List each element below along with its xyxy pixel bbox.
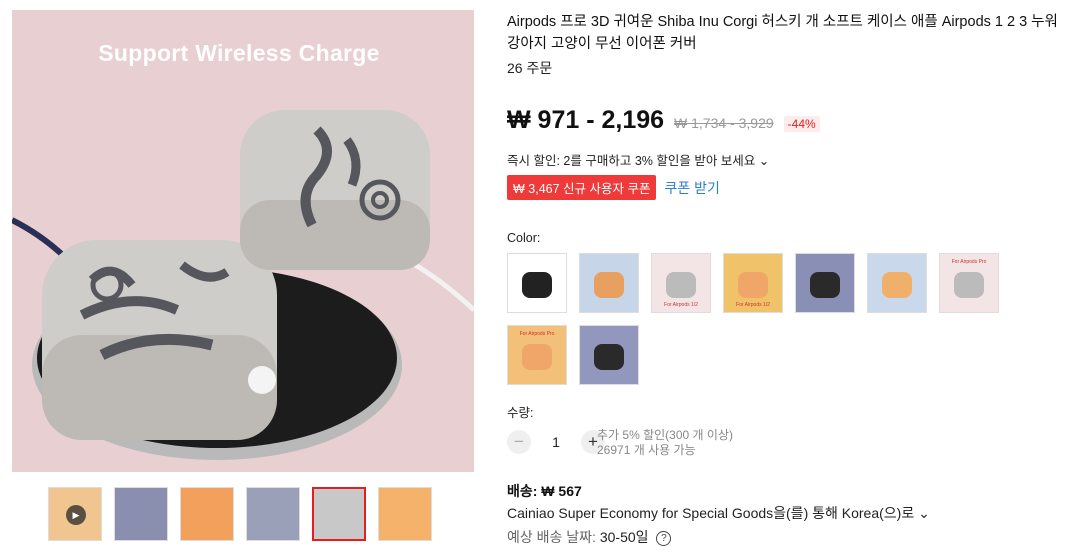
- quantity-label: 수량:: [507, 406, 534, 420]
- swatch-image: [810, 272, 840, 298]
- instant-discount[interactable]: 즉시 할인: 2를 구매하고 3% 할인을 받아 보세요 ⌄: [507, 150, 769, 169]
- color-option-4[interactable]: For Airpods 1/2: [723, 253, 783, 313]
- shipping-cost: 배송: ₩ 567: [507, 483, 582, 499]
- coupon-tag: ₩ 3,467 신규 사용자 쿠폰: [507, 175, 657, 200]
- color-option-7[interactable]: For Airpods Pro: [939, 253, 999, 313]
- chevron-down-icon: ⌄: [758, 154, 770, 168]
- color-option-1[interactable]: [507, 253, 567, 313]
- swatch-caption: For Airpods 1/2: [736, 302, 770, 308]
- quantity-note: 추가 5% 할인(300 개 이상) 26971 개 사용 가능: [597, 428, 733, 458]
- color-option-8[interactable]: For Airpods Pro: [507, 325, 567, 385]
- original-price: ₩ 1,734 - 3,929: [674, 115, 774, 131]
- product-title: Airpods 프로 3D 귀여운 Shiba Inu Corgi 허스키 개 …: [507, 14, 1058, 52]
- thumbnail-4[interactable]: [246, 487, 300, 541]
- coupon-row: ₩ 3,467 신규 사용자 쿠폰 쿠폰 받기: [507, 175, 720, 200]
- delivery-estimate: 예상 배송 날짜: 30-50일 ?: [507, 527, 672, 547]
- swatch-caption: For Airpods 1/2: [664, 302, 698, 308]
- quantity-stepper: − 1 +: [507, 430, 605, 454]
- play-icon: ▶: [66, 505, 86, 525]
- bulk-discount-note: 추가 5% 할인(300 개 이상): [597, 428, 733, 442]
- color-option-2[interactable]: [579, 253, 639, 313]
- stock-available: 26971 개 사용 가능: [597, 443, 696, 457]
- swatch-image: [882, 272, 912, 298]
- swatch-caption: For Airpods Pro: [519, 331, 555, 337]
- thumbnail-6[interactable]: [378, 487, 432, 541]
- color-label: Color:: [507, 231, 541, 245]
- delivery-label: 예상 배송 날짜:: [507, 529, 600, 545]
- decrease-button[interactable]: −: [507, 430, 531, 454]
- quantity-input[interactable]: 1: [541, 434, 571, 450]
- delivery-value: 30-50일: [599, 529, 649, 545]
- color-option-6[interactable]: [867, 253, 927, 313]
- shipping-method[interactable]: Cainiao Super Economy for Special Goods을…: [507, 503, 930, 523]
- thumbnail-3[interactable]: [180, 487, 234, 541]
- banner-text: Support Wireless Charge: [98, 40, 380, 66]
- color-option-9[interactable]: [579, 325, 639, 385]
- swatch-image: [522, 272, 552, 298]
- thumbnail-1[interactable]: ▶: [48, 487, 102, 541]
- get-coupon-link[interactable]: 쿠폰 받기: [664, 178, 719, 198]
- discount-badge: -44%: [783, 116, 820, 132]
- instant-discount-label: 즉시 할인: 2를 구매하고 3% 할인을 받아 보세요: [507, 154, 756, 168]
- color-swatches: For Airpods 1/2 For Airpods 1/2 For Airpod…: [507, 253, 1007, 385]
- price: ₩ 971 - 2,196: [507, 106, 665, 134]
- color-option-5[interactable]: [795, 253, 855, 313]
- color-option-3[interactable]: For Airpods 1/2: [651, 253, 711, 313]
- thumbnail-5[interactable]: [312, 487, 366, 541]
- product-illustration: [12, 110, 474, 460]
- order-count: 26 주문: [507, 60, 553, 76]
- chevron-down-icon: ⌄: [918, 505, 930, 521]
- price-row: ₩ 971 - 2,196 ₩ 1,734 - 3,929 -44%: [507, 106, 820, 135]
- swatch-caption: For Airpods Pro: [951, 259, 987, 265]
- thumbnail-2[interactable]: [114, 487, 168, 541]
- swatch-image: [594, 272, 624, 298]
- shipping-method-label: Cainiao Super Economy for Special Goods을…: [507, 505, 915, 521]
- help-icon[interactable]: ?: [656, 530, 672, 546]
- swatch-image: [594, 344, 624, 370]
- thumbnail-strip: ▶: [48, 487, 432, 541]
- main-product-image: Support Wireless Charge: [12, 10, 474, 472]
